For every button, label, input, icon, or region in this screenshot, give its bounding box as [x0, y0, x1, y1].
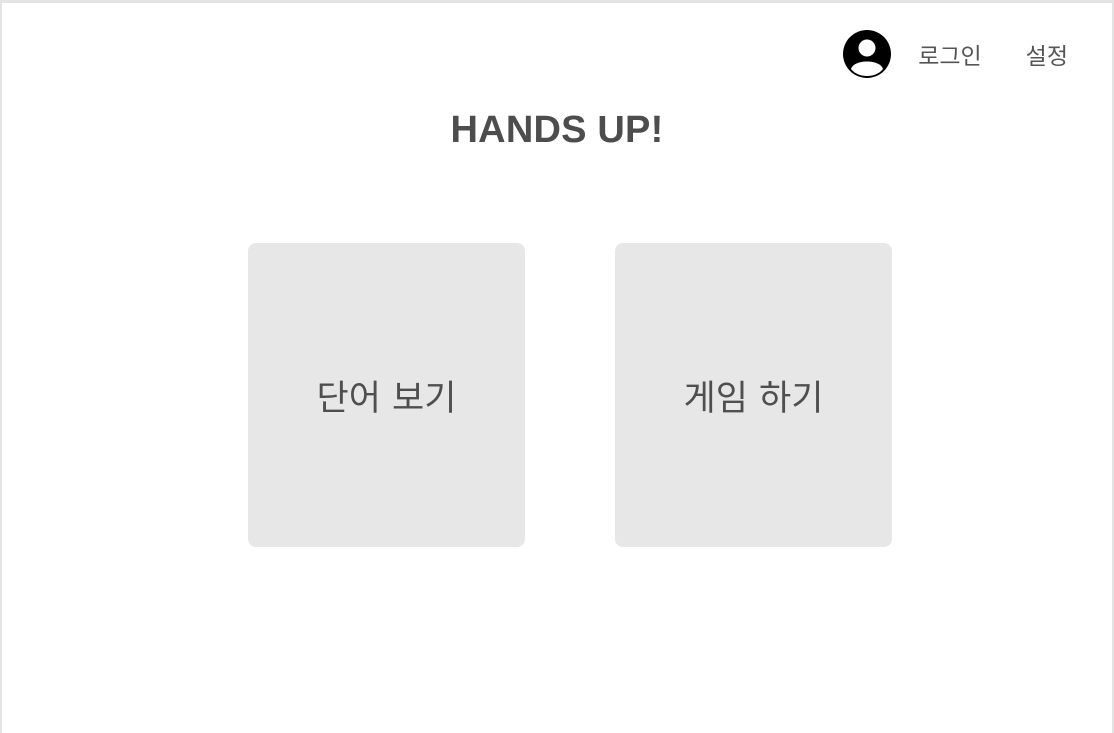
- view-words-label: 단어 보기: [316, 378, 457, 419]
- top-navigation: 로그인 설정: [842, 29, 1068, 79]
- settings-link[interactable]: 설정: [1026, 37, 1068, 71]
- view-words-card[interactable]: 단어 보기: [248, 243, 525, 547]
- login-link[interactable]: 로그인: [918, 37, 981, 71]
- main-window: 로그인 설정 HANDS UP! 단어 보기 게임 하기: [0, 0, 1114, 733]
- play-game-card[interactable]: 게임 하기: [615, 243, 892, 547]
- user-avatar-icon[interactable]: [842, 29, 892, 79]
- play-game-label: 게임 하기: [683, 378, 824, 419]
- app-title: HANDS UP!: [450, 109, 664, 151]
